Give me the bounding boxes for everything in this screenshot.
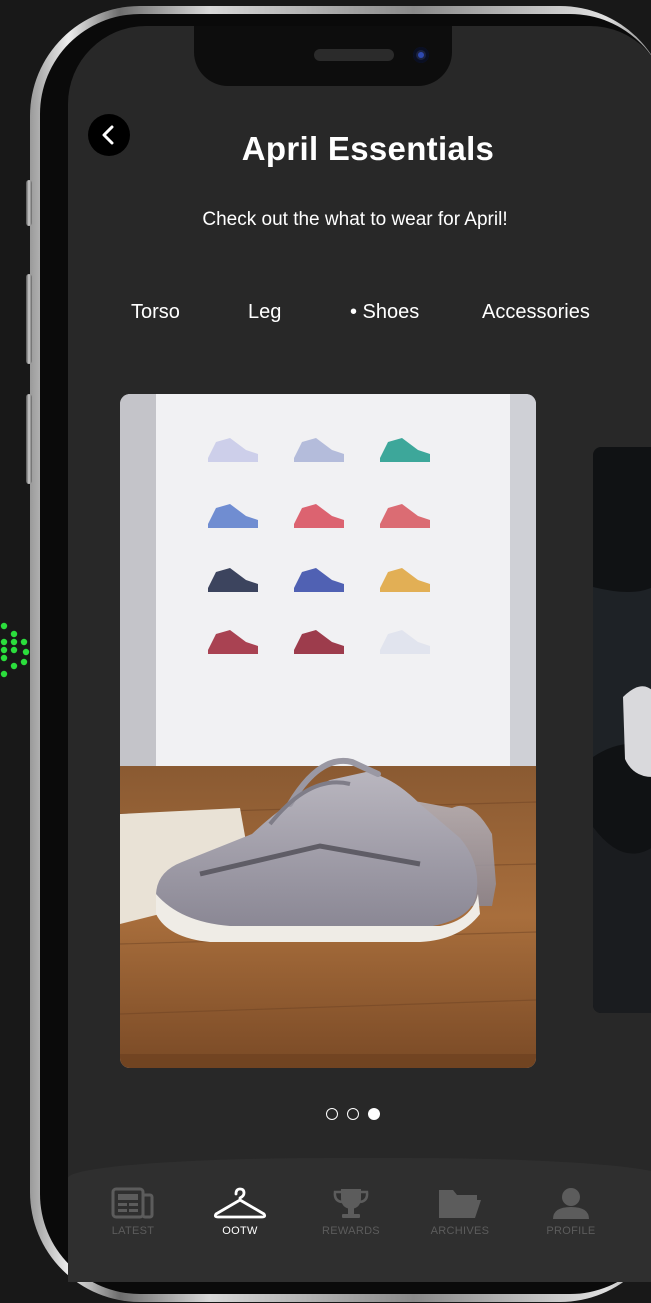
- mute-switch: [26, 180, 32, 226]
- nav-profile[interactable]: PROFILE: [521, 1186, 621, 1237]
- tab-torso[interactable]: Torso: [131, 301, 180, 324]
- product-card[interactable]: [120, 394, 536, 1068]
- nav-latest[interactable]: LATEST: [83, 1186, 183, 1237]
- product-photo-preview: [593, 447, 651, 1013]
- trophy-icon: [333, 1189, 369, 1218]
- folder-icon: [439, 1190, 481, 1218]
- sneaker-photo: [120, 394, 536, 1068]
- nav-latest-label: LATEST: [111, 1225, 155, 1237]
- newspaper-icon: [111, 1187, 154, 1219]
- page-subtitle: Check out the what to wear for April!: [202, 209, 508, 230]
- volume-down-button: [26, 394, 32, 484]
- next-product-card[interactable]: [593, 447, 651, 1013]
- nav-ootw[interactable]: OOTW: [190, 1186, 290, 1237]
- volume-up-button: [26, 274, 32, 364]
- person-icon: [553, 1188, 589, 1219]
- nav-rewards-label: REWARDS: [322, 1225, 380, 1237]
- page-title: April Essentials: [241, 130, 495, 167]
- dot-pattern-decoration: [0, 622, 30, 678]
- nav-rewards[interactable]: REWARDS: [301, 1186, 401, 1237]
- carousel-dot-3-active[interactable]: [368, 1108, 380, 1120]
- tab-shoes[interactable]: • Shoes: [350, 301, 419, 324]
- hanger-icon: [213, 1187, 267, 1219]
- nav-ootw-label: OOTW: [222, 1225, 258, 1237]
- carousel-dot-2[interactable]: [347, 1108, 359, 1120]
- front-camera: [413, 47, 429, 63]
- tab-accessories[interactable]: Accessories: [482, 301, 590, 324]
- nav-archives-label: ARCHIVES: [430, 1225, 490, 1237]
- earpiece-speaker: [314, 49, 394, 61]
- carousel-dot-1[interactable]: [326, 1108, 338, 1120]
- nav-profile-label: PROFILE: [546, 1225, 596, 1237]
- nav-archives[interactable]: ARCHIVES: [410, 1186, 510, 1237]
- tab-leg[interactable]: Leg: [248, 301, 281, 324]
